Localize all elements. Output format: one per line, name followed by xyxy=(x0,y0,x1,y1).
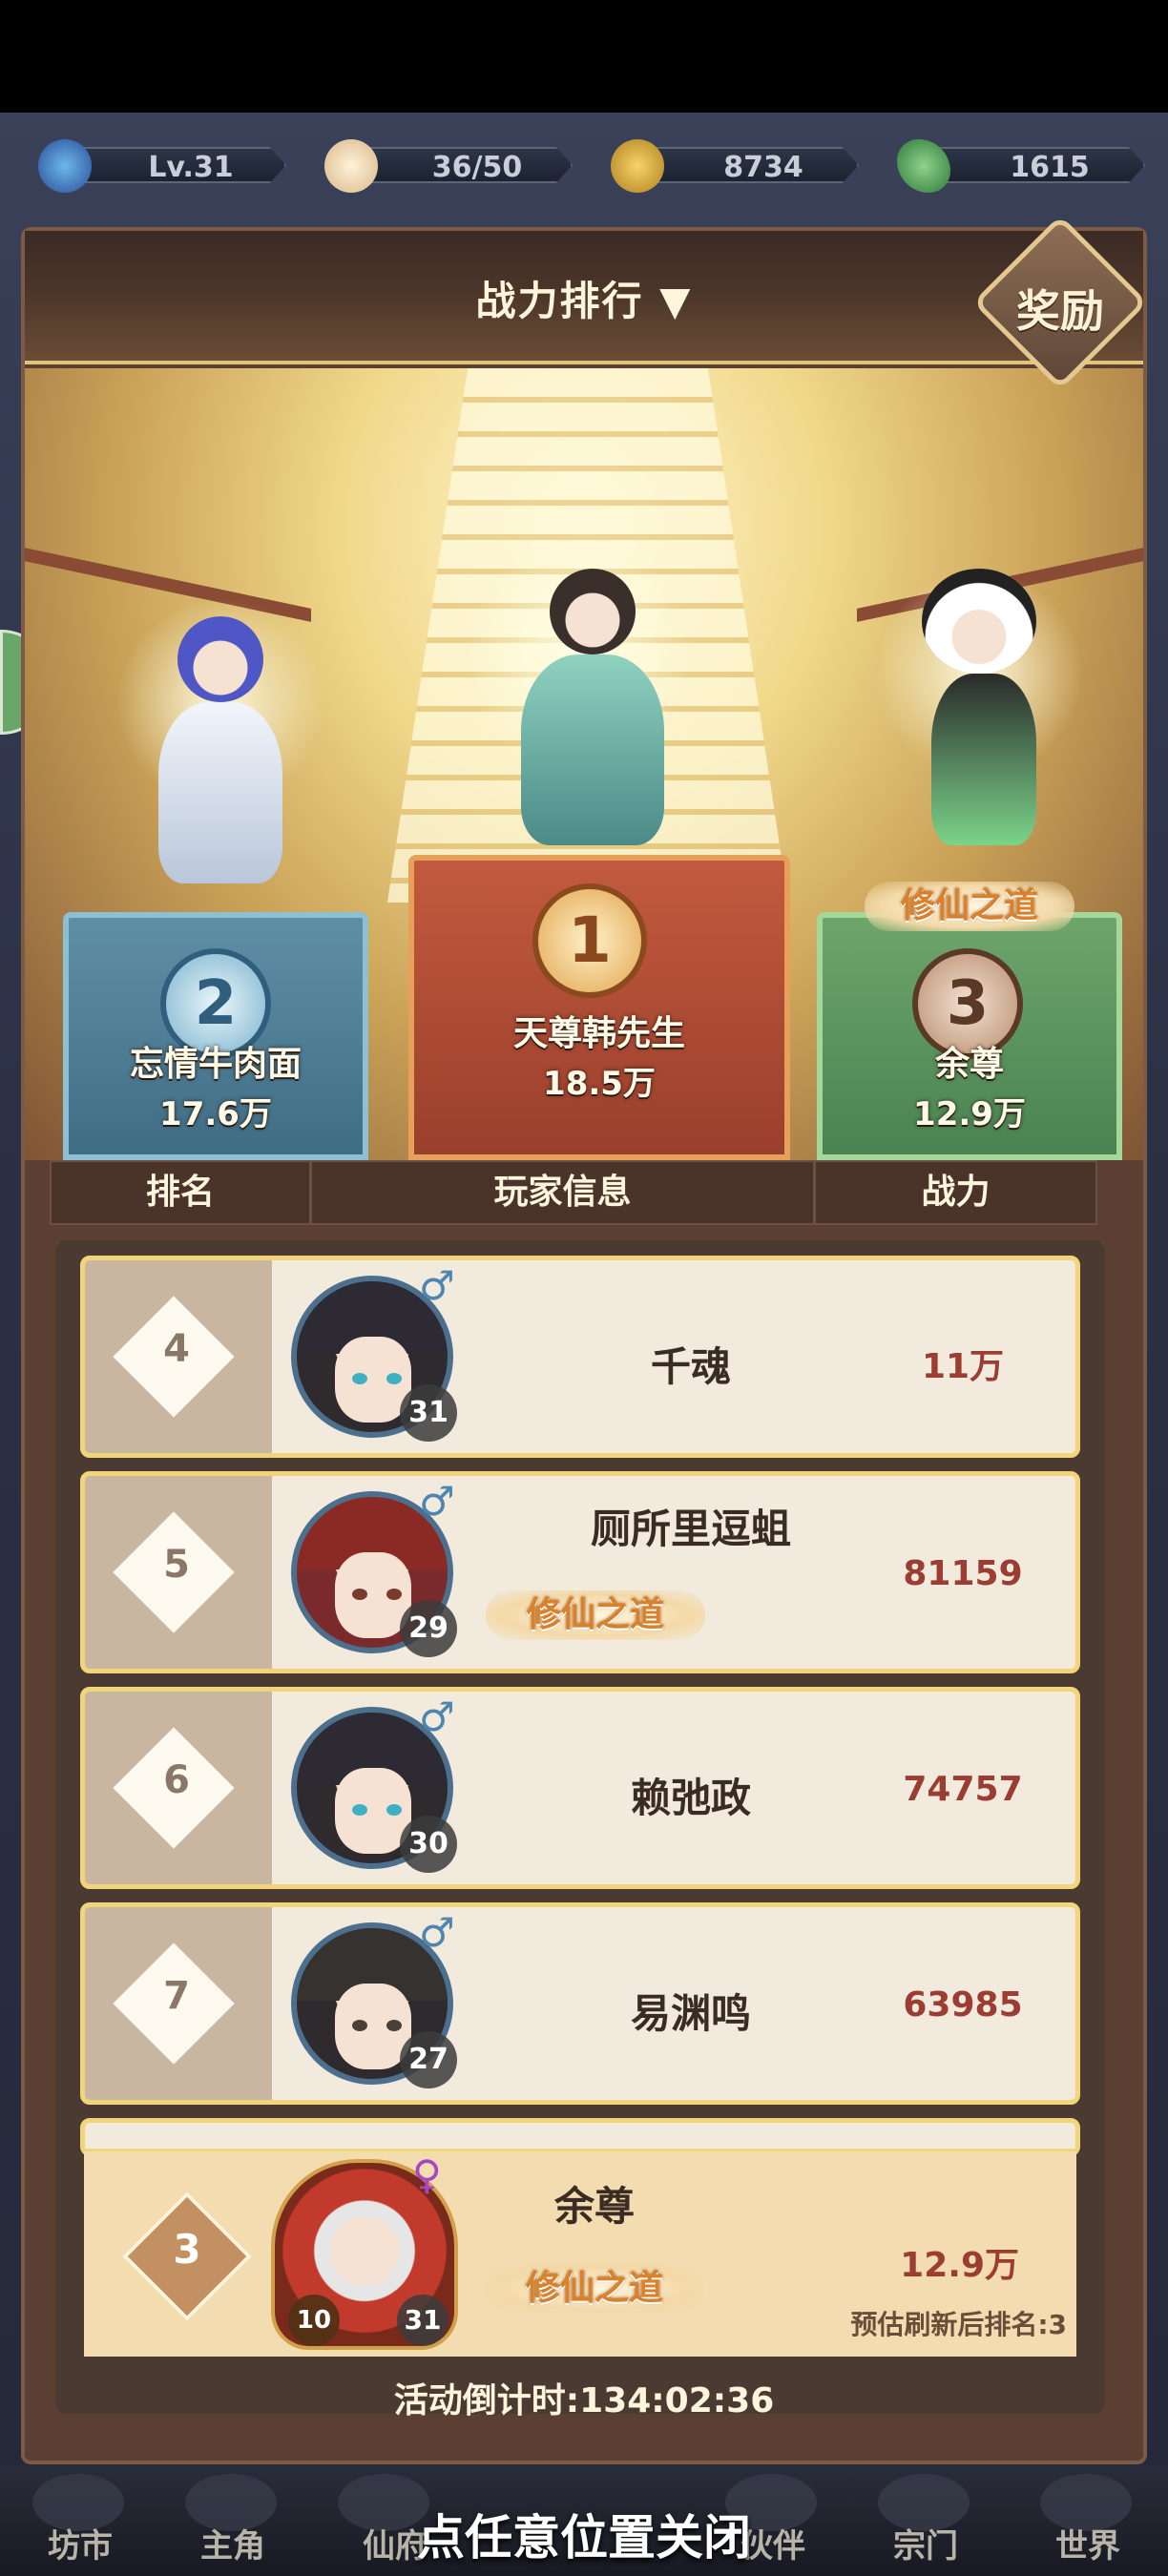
my-name: 余尊 xyxy=(553,2183,635,2230)
character-second[interactable] xyxy=(120,597,311,912)
row-rank: 7 xyxy=(163,1974,190,2018)
header-player-info: 玩家信息 xyxy=(312,1162,817,1223)
podium-second-power: 17.6万 xyxy=(159,1095,272,1133)
jade-resource[interactable]: 1615 xyxy=(897,139,1145,193)
status-bar-area xyxy=(0,0,1168,113)
podium-second-name: 忘情牛肉面 xyxy=(129,1045,302,1084)
level-value: Lv.31 xyxy=(148,151,234,184)
player-power: 11万 xyxy=(921,1347,1005,1386)
coin-resource[interactable]: 8734 xyxy=(611,139,859,193)
my-power: 12.9万 xyxy=(900,2246,1019,2285)
player-level: 30 xyxy=(400,1816,457,1873)
podium-first-name: 天尊韩先生 xyxy=(512,1014,685,1053)
male-icon: ♂ xyxy=(419,1693,455,1740)
player-power: 81159 xyxy=(903,1554,1023,1593)
vip-level: 10 xyxy=(288,2295,340,2346)
male-icon: ♂ xyxy=(419,1262,455,1309)
my-level: 31 xyxy=(397,2295,448,2346)
table-row[interactable]: 6 30 ♂ 赖弛政 74757 xyxy=(80,1687,1080,1889)
resource-bar: Lv.31 36/50 8734 1615 xyxy=(0,134,1168,200)
coin-value: 8734 xyxy=(723,151,803,184)
jade-value: 1615 xyxy=(1010,151,1090,184)
my-rank: 3 xyxy=(173,2226,201,2273)
my-rank-row[interactable]: 3 10 31 ♀ 余尊 修仙之道 12.9万 预估刷新后排名:3 xyxy=(84,2149,1076,2357)
character-third[interactable] xyxy=(884,569,1074,893)
table-row[interactable]: 5 29 ♂ 厕所里逗蛆 修仙之道 81159 xyxy=(80,1471,1080,1673)
stamina-resource[interactable]: 36/50 xyxy=(324,139,573,193)
copper-coin-icon xyxy=(611,139,664,193)
podium-first-power: 18.5万 xyxy=(543,1065,656,1103)
row-rank: 4 xyxy=(163,1327,190,1371)
rank-1-medal: 1 xyxy=(532,883,647,998)
stamina-value: 36/50 xyxy=(431,151,523,184)
table-row[interactable]: 4 31 ♂ 千魂 11万 xyxy=(80,1256,1080,1458)
player-level: 31 xyxy=(400,1384,457,1442)
header-power: 战力 xyxy=(921,1173,991,1212)
podium-third-badge: 修仙之道 xyxy=(865,882,1074,931)
my-title-badge: 修仙之道 xyxy=(485,2264,704,2314)
header-rank: 排名 xyxy=(52,1162,312,1223)
row-rank: 6 xyxy=(163,1758,190,1802)
podium-third-power: 12.9万 xyxy=(913,1095,1026,1133)
tap-to-close-hint[interactable]: 点任意位置关闭 xyxy=(0,2500,1168,2568)
ranking-table-header: 排名 玩家信息 战力 xyxy=(50,1160,1097,1225)
player-power: 63985 xyxy=(903,1985,1023,2025)
event-countdown: 活动倒计时:134:02:36 xyxy=(393,2381,775,2420)
podium-scene: 2 忘情牛肉面 17.6万 1 天尊韩先生 18.5万 修仙之道 3 余尊 12… xyxy=(25,368,1143,1160)
steamed-bun-icon xyxy=(324,139,378,193)
table-row[interactable]: 7 27 ♂ 易渊鸣 63985 xyxy=(80,1902,1080,2105)
dragon-level-icon xyxy=(38,139,92,193)
panel-header: 战力排行 ▼ xyxy=(25,231,1143,364)
player-power: 74757 xyxy=(903,1770,1023,1809)
ranking-type-dropdown[interactable]: 战力排行 ▼ xyxy=(25,269,1143,327)
podium-third-name: 余尊 xyxy=(934,1045,1004,1084)
male-icon: ♂ xyxy=(419,1478,455,1525)
level-resource: Lv.31 xyxy=(38,139,286,193)
male-icon: ♂ xyxy=(419,1909,455,1956)
estimated-rank: 预估刷新后排名:3 xyxy=(850,2309,1067,2340)
character-first[interactable] xyxy=(483,559,693,864)
player-level: 27 xyxy=(400,2031,457,2088)
title-badge: 修仙之道 xyxy=(486,1590,705,1640)
player-name: 厕所里逗蛆 xyxy=(590,1506,791,1552)
player-level: 29 xyxy=(400,1600,457,1657)
row-rank: 5 xyxy=(163,1543,190,1587)
reward-label[interactable]: 奖励 xyxy=(998,277,1122,340)
